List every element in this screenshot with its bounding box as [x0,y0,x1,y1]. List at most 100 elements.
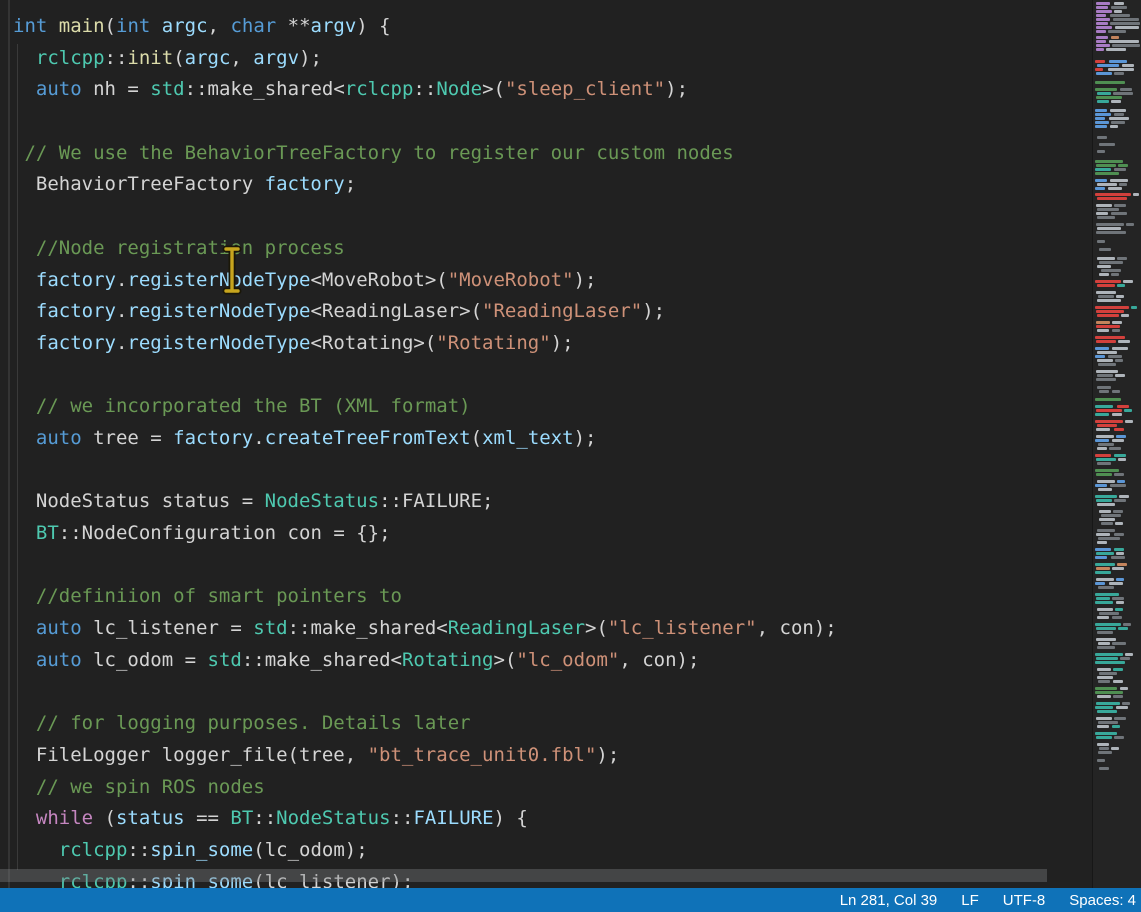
code-token[interactable]: . [116,332,127,354]
code-token[interactable]: rclcpp [59,839,128,861]
code-line[interactable]: auto lc_listener = std::make_shared<Read… [13,613,837,645]
code-token[interactable]: // for logging purposes. Details later [36,712,471,734]
code-token[interactable] [13,807,36,829]
code-token[interactable] [47,15,58,37]
code-token[interactable]: auto [36,649,82,671]
code-token[interactable]: // we incorporated the BT (XML format) [36,395,471,417]
code-token[interactable]: ( [471,427,482,449]
code-line[interactable]: // We use the BehaviorTreeFactory to reg… [13,138,837,170]
code-token[interactable]: ); [299,47,322,69]
code-line[interactable]: while (status == BT::NodeStatus::FAILURE… [13,803,837,835]
code-line[interactable]: auto nh = std::make_shared<rclcpp::Node>… [13,74,837,106]
code-token[interactable]: factory [173,427,253,449]
code-token[interactable]: nh = [82,78,151,100]
code-token[interactable]: ReadingLaser [448,617,585,639]
code-token[interactable]: rclcpp [36,47,105,69]
code-token[interactable]: ( [173,47,184,69]
code-line[interactable] [13,455,837,487]
code-token[interactable] [13,776,36,798]
code-token[interactable]: NodeStatus [276,807,390,829]
code-token[interactable] [150,15,161,37]
code-token[interactable]: ); [574,269,597,291]
code-token[interactable]: argv [253,47,299,69]
code-token[interactable]: registerNodeType [127,300,310,322]
code-token[interactable]: ::make_shared< [288,617,448,639]
code-token[interactable]: factory [36,332,116,354]
code-line[interactable]: factory.registerNodeType<Rotating>("Rota… [13,328,837,360]
code-token[interactable]: >( [482,78,505,100]
code-line[interactable] [13,676,837,708]
code-token[interactable] [13,427,36,449]
code-token[interactable]: "MoveRobot" [448,269,574,291]
code-line[interactable]: //Node registration process [13,233,837,265]
code-token[interactable]: createTreeFromText [265,427,471,449]
code-token[interactable]: spin_some [150,839,253,861]
code-token[interactable]: "ReadingLaser" [482,300,642,322]
code-token[interactable]: "lc_listener" [608,617,757,639]
code-token[interactable]: NodeStatus status = [13,490,265,512]
code-token[interactable]: == [185,807,231,829]
code-token[interactable] [13,617,36,639]
code-token[interactable]: ); [596,744,619,766]
code-content[interactable]: int main(int argc, char **argv) { rclcpp… [13,11,837,888]
code-token[interactable] [13,649,36,671]
code-token[interactable]: ) { [494,807,528,829]
code-token[interactable]: <Rotating>( [310,332,436,354]
code-token[interactable] [13,142,24,164]
code-token[interactable]: . [116,269,127,291]
code-token[interactable] [13,712,36,734]
status-eol[interactable]: LF [949,892,991,909]
code-token[interactable]: :: [127,839,150,861]
code-token[interactable]: ); [642,300,665,322]
code-token[interactable] [13,78,36,100]
code-token[interactable]: std [253,617,287,639]
code-token[interactable] [13,395,36,417]
code-line[interactable]: // we incorporated the BT (XML format) [13,391,837,423]
horizontal-scrollbar-thumb[interactable] [0,869,1047,882]
code-token[interactable] [13,585,36,607]
status-indentation[interactable]: Spaces: 4 [1057,892,1141,909]
code-token[interactable]: while [36,807,93,829]
code-token[interactable]: Rotating [402,649,494,671]
code-token[interactable]: :: [413,78,436,100]
code-line[interactable]: int main(int argc, char **argv) { [13,11,837,43]
code-token[interactable]: argc [162,15,208,37]
code-line[interactable] [13,360,837,392]
code-token[interactable]: // we spin ROS nodes [36,776,265,798]
code-token[interactable]: <ReadingLaser>( [310,300,482,322]
code-token[interactable]: ( [93,807,116,829]
code-line[interactable]: auto lc_odom = std::make_shared<Rotating… [13,645,837,677]
code-token[interactable]: xml_text [482,427,574,449]
code-token[interactable]: factory [265,173,345,195]
code-token[interactable]: std [150,78,184,100]
code-token[interactable]: "bt_trace_unit0.fbl" [368,744,597,766]
code-line[interactable] [13,106,837,138]
code-token[interactable]: main [59,15,105,37]
code-token[interactable]: >( [585,617,608,639]
code-token[interactable]: argc [185,47,231,69]
code-token[interactable]: auto [36,427,82,449]
code-token[interactable]: ( [105,15,116,37]
code-token[interactable]: , [230,47,253,69]
code-token[interactable]: ); [665,78,688,100]
code-token[interactable]: //Node registration process [36,237,345,259]
code-token[interactable]: . [116,300,127,322]
code-token[interactable]: ) { [356,15,390,37]
code-token[interactable]: tree = [82,427,174,449]
code-line[interactable]: NodeStatus status = NodeStatus::FAILURE; [13,486,837,518]
code-token[interactable]: ::NodeConfiguration con = {}; [59,522,391,544]
code-token[interactable]: registerNodeType [127,269,310,291]
code-token[interactable]: int [13,15,47,37]
code-line[interactable]: rclcpp::spin_some(lc_odom); [13,835,837,867]
code-token[interactable]: >( [494,649,517,671]
code-token[interactable]: ** [276,15,310,37]
code-token[interactable]: FAILURE [413,807,493,829]
code-token[interactable]: //definiion of smart pointers to [36,585,402,607]
code-token[interactable]: "Rotating" [436,332,550,354]
code-line[interactable]: //definiion of smart pointers to [13,581,837,613]
code-token[interactable]: ; [345,173,356,195]
code-line[interactable]: // for logging purposes. Details later [13,708,837,740]
code-token[interactable]: factory [36,269,116,291]
code-editor[interactable]: int main(int argc, char **argv) { rclcpp… [0,0,1093,888]
code-token[interactable] [13,237,36,259]
